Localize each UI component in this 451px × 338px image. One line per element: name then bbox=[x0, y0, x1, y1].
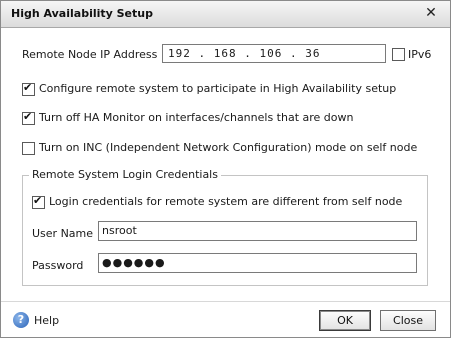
username-label: User Name bbox=[32, 227, 94, 240]
turn-off-ha-label: Turn off HA Monitor on interfaces/channe… bbox=[39, 111, 354, 124]
turn-off-ha-checkbox[interactable] bbox=[22, 110, 35, 125]
help-icon[interactable]: ? bbox=[13, 312, 29, 328]
remote-ip-label: Remote Node IP Address bbox=[22, 48, 158, 61]
close-icon[interactable]: ✕ bbox=[422, 4, 440, 22]
help-link[interactable]: Help bbox=[34, 314, 59, 327]
title-bar: High Availability Setup ✕ bbox=[1, 1, 450, 28]
ipv6-label: IPv6 bbox=[408, 48, 432, 61]
credentials-group-title: Remote System Login Credentials bbox=[29, 168, 221, 181]
ok-button[interactable]: OK bbox=[319, 310, 371, 331]
different-credentials-checkbox[interactable] bbox=[32, 194, 45, 209]
password-label: Password bbox=[32, 259, 84, 272]
footer-separator bbox=[1, 301, 450, 302]
remote-ip-input[interactable]: 192 . 168 . 106 . 36 bbox=[162, 44, 386, 63]
ha-setup-dialog: High Availability Setup ✕ Remote Node IP… bbox=[0, 0, 451, 338]
configure-remote-checkbox[interactable] bbox=[22, 81, 35, 96]
password-input[interactable]: ●●●●●● bbox=[98, 253, 417, 273]
ipv6-checkbox[interactable] bbox=[392, 48, 405, 61]
different-credentials-label: Login credentials for remote system are … bbox=[49, 195, 403, 208]
configure-remote-label: Configure remote system to participate i… bbox=[39, 82, 397, 95]
turn-on-inc-checkbox[interactable] bbox=[22, 142, 35, 155]
username-input[interactable]: nsroot bbox=[98, 221, 417, 241]
dialog-title: High Availability Setup bbox=[11, 7, 153, 20]
close-button[interactable]: Close bbox=[380, 310, 436, 331]
turn-on-inc-label: Turn on INC (Independent Network Configu… bbox=[39, 141, 418, 154]
